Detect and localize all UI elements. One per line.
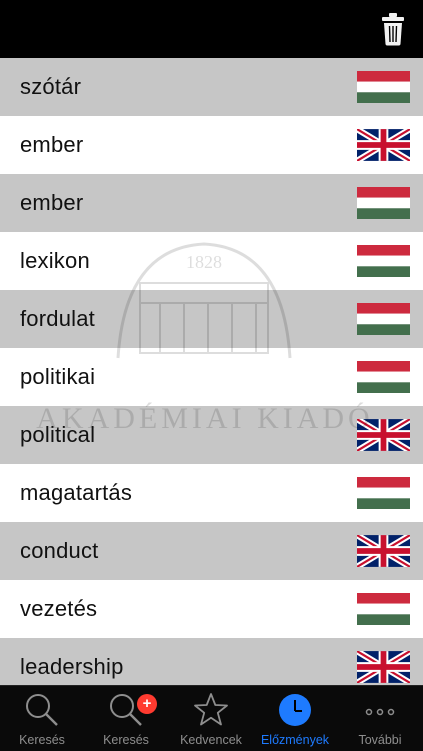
history-row[interactable]: political — [0, 406, 423, 464]
hungary-flag-icon — [357, 477, 410, 509]
trash-icon[interactable] — [381, 12, 405, 46]
uk-flag-icon — [357, 419, 410, 451]
clock-icon — [279, 694, 311, 726]
history-row[interactable]: conduct — [0, 522, 423, 580]
tab-search[interactable]: Keresés — [0, 686, 84, 751]
history-word: leadership — [20, 654, 124, 679]
tab-favorites[interactable]: Kedvencek — [169, 686, 253, 751]
tab-more[interactable]: További — [338, 686, 422, 751]
tab-favorites-label: Kedvencek — [180, 733, 242, 747]
tab-search-advanced-label: Keresés — [103, 733, 149, 747]
history-word: vezetés — [20, 596, 98, 621]
history-row[interactable]: leadership — [0, 638, 423, 685]
history-word: lexikon — [20, 248, 90, 273]
history-row[interactable]: lexikon — [0, 232, 423, 290]
search-icon — [26, 694, 58, 726]
history-word: magatartás — [20, 480, 133, 505]
history-row[interactable]: ember — [0, 116, 423, 174]
hungary-flag-icon — [357, 71, 410, 103]
history-word: ember — [20, 190, 84, 215]
tab-more-label: További — [358, 733, 402, 747]
history-row[interactable]: ember — [0, 174, 423, 232]
history-word: conduct — [20, 538, 99, 563]
hungary-flag-icon — [357, 361, 410, 393]
top-bar — [0, 0, 423, 58]
hungary-flag-icon — [357, 303, 410, 335]
uk-flag-icon — [357, 129, 410, 161]
history-row[interactable]: vezetés — [0, 580, 423, 638]
history-word: fordulat — [20, 306, 95, 331]
hungary-flag-icon — [357, 593, 410, 625]
star-icon — [194, 693, 228, 726]
history-word: szótár — [20, 74, 82, 99]
more-icon — [365, 708, 395, 716]
history-word: ember — [20, 132, 84, 157]
tab-bar: Keresés + Keresés Kedvencek Előzmények T… — [0, 685, 423, 751]
tab-search-advanced[interactable]: + Keresés — [84, 686, 168, 751]
history-row[interactable]: politikai — [0, 348, 423, 406]
hungary-flag-icon — [357, 187, 410, 219]
history-list: szótár ember ember lexikon fordulat politikai… — [0, 58, 423, 685]
tab-history[interactable]: Előzmények — [253, 686, 337, 751]
uk-flag-icon — [357, 535, 410, 567]
history-word: politikai — [20, 364, 96, 389]
tab-badge: + — [142, 695, 152, 712]
history-row[interactable]: magatartás — [0, 464, 423, 522]
uk-flag-icon — [357, 651, 410, 683]
history-word: political — [20, 422, 96, 447]
history-row[interactable]: fordulat — [0, 290, 423, 348]
hungary-flag-icon — [357, 245, 410, 277]
history-row[interactable]: szótár — [0, 58, 423, 116]
tab-search-label: Keresés — [19, 733, 65, 747]
tab-history-label: Előzmények — [260, 733, 330, 747]
